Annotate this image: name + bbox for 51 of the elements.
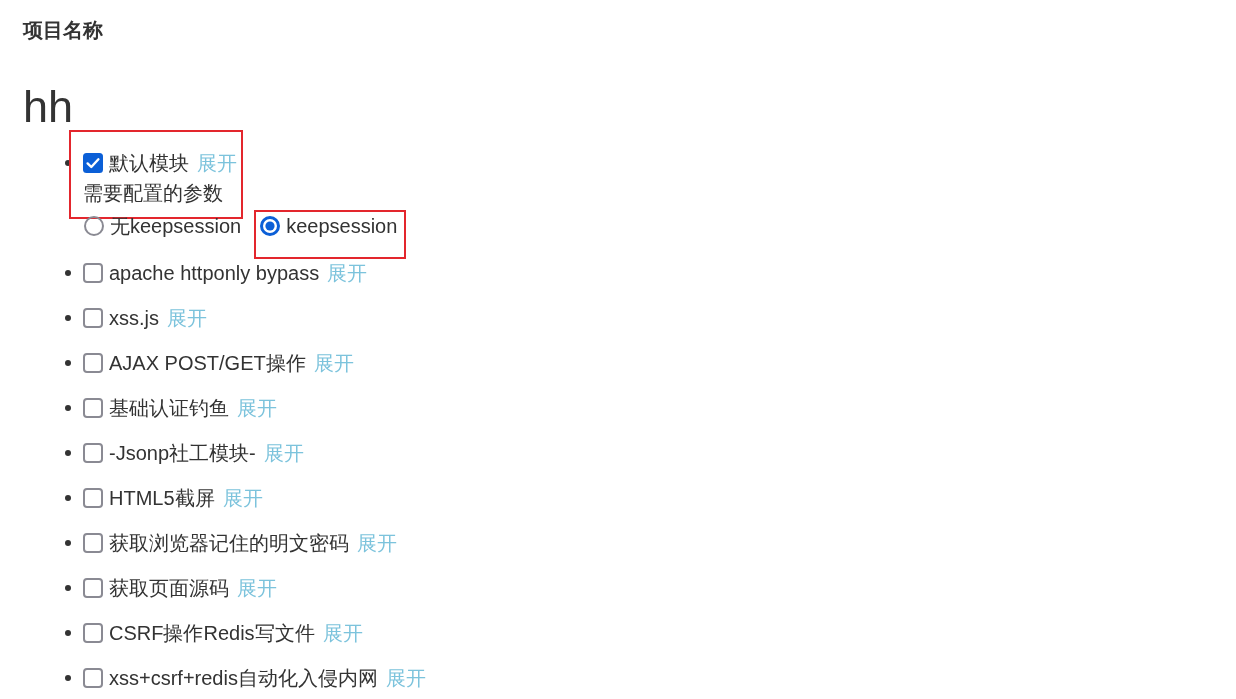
module-name: HTML5截屏 xyxy=(109,485,215,511)
bullet-icon xyxy=(65,540,71,546)
expand-link[interactable]: 展开 xyxy=(167,304,207,332)
bullet-icon xyxy=(65,360,71,366)
module-name: -Jsonp社工模块- xyxy=(109,440,256,466)
section-label: 项目名称 xyxy=(23,18,103,43)
module-name: 获取浏览器记住的明文密码 xyxy=(109,530,349,556)
checkbox[interactable] xyxy=(83,308,103,328)
checkbox[interactable] xyxy=(83,578,103,598)
expand-link[interactable]: 展开 xyxy=(322,619,363,647)
expand-link[interactable]: 展开 xyxy=(237,394,277,422)
checkbox[interactable] xyxy=(83,353,103,373)
bullet-icon xyxy=(65,630,71,636)
module-name: xss+csrf+redis自动化入侵内网 xyxy=(109,665,378,691)
module-name: apache httponly bypass xyxy=(109,261,320,285)
expand-link[interactable]: 展开 xyxy=(385,664,426,692)
expand-link[interactable]: 展开 xyxy=(237,574,277,602)
option-label: keepsession xyxy=(286,214,398,238)
bullet-icon xyxy=(65,585,71,591)
bullet-icon xyxy=(65,405,71,411)
expand-link[interactable]: 展开 xyxy=(222,484,263,512)
module-name: 获取页面源码 xyxy=(109,575,229,601)
expand-link[interactable]: 展开 xyxy=(263,439,304,467)
radio-button[interactable] xyxy=(84,216,104,236)
expand-link[interactable]: 展开 xyxy=(327,259,368,287)
bullet-icon xyxy=(65,495,71,501)
checkbox[interactable] xyxy=(83,668,103,688)
checkbox[interactable] xyxy=(83,153,103,173)
bullet-icon xyxy=(65,450,71,456)
project-name: hh xyxy=(23,82,74,132)
bullet-icon xyxy=(65,160,71,166)
radio-button[interactable] xyxy=(260,216,281,236)
module-name: 基础认证钓鱼 xyxy=(109,395,229,421)
checkbox[interactable] xyxy=(83,263,103,283)
expand-link[interactable]: 展开 xyxy=(197,149,237,177)
params-heading: 需要配置的参数 xyxy=(83,181,224,206)
module-name: 默认模块 xyxy=(109,150,189,176)
bullet-icon xyxy=(65,270,71,276)
option-label: 无keepsession xyxy=(110,213,242,239)
checkbox[interactable] xyxy=(83,533,103,553)
expand-link[interactable]: 展开 xyxy=(313,349,354,377)
module-name: CSRF操作Redis写文件 xyxy=(109,620,315,646)
checkbox[interactable] xyxy=(83,488,103,508)
module-name: AJAX POST/GET操作 xyxy=(109,350,306,376)
bullet-icon xyxy=(65,315,71,321)
expand-link[interactable]: 展开 xyxy=(357,529,397,557)
bullet-icon xyxy=(65,675,71,681)
checkbox[interactable] xyxy=(83,623,103,643)
checkbox[interactable] xyxy=(83,398,103,418)
module-name: xss.js xyxy=(109,306,159,330)
checkbox[interactable] xyxy=(83,443,103,463)
